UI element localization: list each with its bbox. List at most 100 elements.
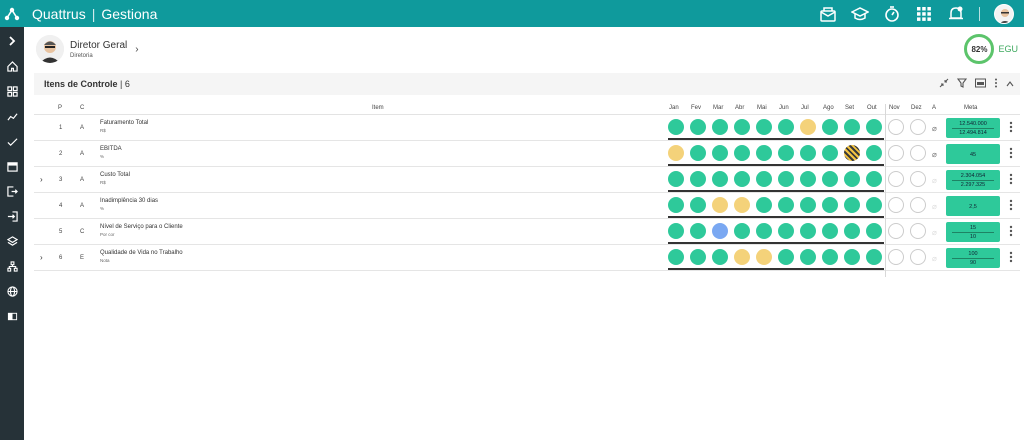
month-status-dot[interactable]	[778, 171, 794, 187]
book-icon[interactable]	[4, 308, 20, 324]
month-status-dot[interactable]	[910, 249, 926, 265]
month-status-dot[interactable]	[668, 223, 684, 239]
month-status-dot[interactable]	[690, 119, 706, 135]
table-row[interactable]: 2 A EBITDA% ⌀ 45	[34, 141, 1020, 167]
export-icon[interactable]	[4, 183, 20, 199]
month-status-dot[interactable]	[712, 197, 728, 213]
month-status-dot[interactable]	[822, 197, 838, 213]
check-trend-icon[interactable]	[4, 133, 20, 149]
month-status-dot[interactable]	[800, 249, 816, 265]
layers-icon[interactable]	[4, 233, 20, 249]
row-item-name[interactable]: Qualidade de Vida no Trabalho	[100, 250, 183, 256]
row-more-icon[interactable]	[1009, 173, 1013, 185]
month-status-dot[interactable]	[822, 249, 838, 265]
more-icon[interactable]	[994, 75, 998, 93]
paperclip-icon[interactable]: ⌀	[932, 150, 937, 159]
row-more-icon[interactable]	[1009, 147, 1013, 159]
apps-grid-icon[interactable]	[915, 5, 933, 23]
col-item[interactable]: Item	[372, 105, 384, 111]
month-status-dot[interactable]	[778, 119, 794, 135]
month-status-dot[interactable]	[756, 171, 772, 187]
month-status-dot[interactable]	[888, 249, 904, 265]
month-status-dot[interactable]	[844, 171, 860, 187]
row-item-name[interactable]: Nível de Serviço para o Cliente	[100, 224, 183, 230]
mail-icon[interactable]	[819, 5, 837, 23]
month-status-dot[interactable]	[822, 119, 838, 135]
month-status-dot[interactable]	[888, 119, 904, 135]
month-status-dot[interactable]	[690, 223, 706, 239]
row-item-name[interactable]: EBITDA	[100, 146, 122, 152]
month-status-dot[interactable]	[866, 223, 882, 239]
month-status-dot[interactable]	[866, 249, 882, 265]
paperclip-icon[interactable]: ⌀	[932, 254, 937, 263]
month-status-dot[interactable]	[712, 171, 728, 187]
month-status-dot[interactable]	[756, 119, 772, 135]
month-status-dot[interactable]	[910, 119, 926, 135]
month-status-dot[interactable]	[866, 197, 882, 213]
table-row[interactable]: 4 A Inadimplência 30 dias% ⌀ 2,5	[34, 193, 1020, 219]
paperclip-icon[interactable]: ⌀	[932, 202, 937, 211]
expand-chevron-icon[interactable]: ›	[40, 253, 43, 262]
trend-icon[interactable]	[4, 108, 20, 124]
month-status-dot[interactable]	[910, 171, 926, 187]
chevron-right-icon[interactable]	[4, 33, 20, 49]
paperclip-icon[interactable]: ⌀	[932, 176, 937, 185]
row-meta-target[interactable]: 2.304.054 2.297.325	[946, 170, 1000, 190]
app-logo[interactable]	[0, 0, 24, 27]
month-status-dot[interactable]	[668, 249, 684, 265]
month-status-dot[interactable]	[734, 249, 750, 265]
month-status-dot[interactable]	[844, 197, 860, 213]
month-status-dot[interactable]	[844, 119, 860, 135]
month-status-dot[interactable]	[910, 197, 926, 213]
collapse-icon[interactable]	[939, 75, 949, 93]
month-status-dot[interactable]	[866, 119, 882, 135]
month-status-dot[interactable]	[822, 171, 838, 187]
month-status-dot[interactable]	[668, 119, 684, 135]
filter-icon[interactable]	[956, 75, 968, 93]
stopwatch-icon[interactable]	[883, 5, 901, 23]
month-status-dot[interactable]	[866, 171, 882, 187]
table-row[interactable]: › 3 A Custo Total R$ ⌀ 2.304.054 2.297.325	[34, 167, 1020, 193]
month-status-dot[interactable]	[822, 223, 838, 239]
row-meta-target[interactable]: 45	[946, 144, 1000, 164]
chevron-up-icon[interactable]	[1006, 75, 1014, 93]
graduation-cap-icon[interactable]	[851, 5, 869, 23]
month-status-dot[interactable]	[778, 249, 794, 265]
month-status-dot[interactable]	[690, 249, 706, 265]
month-status-dot[interactable]	[756, 249, 772, 265]
month-status-dot[interactable]	[756, 145, 772, 161]
month-status-dot[interactable]	[888, 223, 904, 239]
month-status-dot[interactable]	[690, 171, 706, 187]
month-status-dot[interactable]	[778, 223, 794, 239]
row-more-icon[interactable]	[1009, 199, 1013, 211]
month-status-dot[interactable]	[800, 223, 816, 239]
month-status-dot[interactable]	[800, 145, 816, 161]
month-status-dot[interactable]	[734, 145, 750, 161]
paperclip-icon[interactable]: ⌀	[932, 124, 937, 133]
month-status-dot[interactable]	[888, 145, 904, 161]
table-row[interactable]: 1 A Faturamento Total R$ ⌀ 12.540.000 12.494.8…	[34, 115, 1020, 141]
month-status-dot[interactable]	[800, 197, 816, 213]
expand-chevron-icon[interactable]: ›	[40, 175, 43, 184]
hierarchy-icon[interactable]	[4, 258, 20, 274]
month-status-dot[interactable]	[888, 171, 904, 187]
month-status-dot[interactable]	[712, 119, 728, 135]
row-meta-target[interactable]: 15 10	[946, 222, 1000, 242]
row-meta-target[interactable]: 12.540.000 12.494.814	[946, 118, 1000, 138]
row-item-name[interactable]: Faturamento Total	[100, 120, 148, 126]
month-status-dot[interactable]	[844, 223, 860, 239]
table-view-icon[interactable]	[975, 75, 986, 93]
home-icon[interactable]	[4, 58, 20, 74]
table-row[interactable]: › 6 E Qualidade de Vida no Trabalho Nota ⌀ 100…	[34, 245, 1020, 271]
col-p[interactable]: P	[58, 105, 62, 111]
month-status-dot[interactable]	[668, 171, 684, 187]
month-status-dot[interactable]	[844, 249, 860, 265]
month-status-dot[interactable]	[734, 197, 750, 213]
col-c[interactable]: C	[80, 105, 84, 111]
row-meta-target[interactable]: 100 90	[946, 248, 1000, 268]
month-status-dot[interactable]	[712, 145, 728, 161]
table-row[interactable]: 5 C Nível de Serviço para o Cliente Por cor…	[34, 219, 1020, 245]
month-status-dot[interactable]	[822, 145, 838, 161]
month-status-dot[interactable]	[844, 145, 860, 161]
month-status-dot[interactable]	[800, 119, 816, 135]
